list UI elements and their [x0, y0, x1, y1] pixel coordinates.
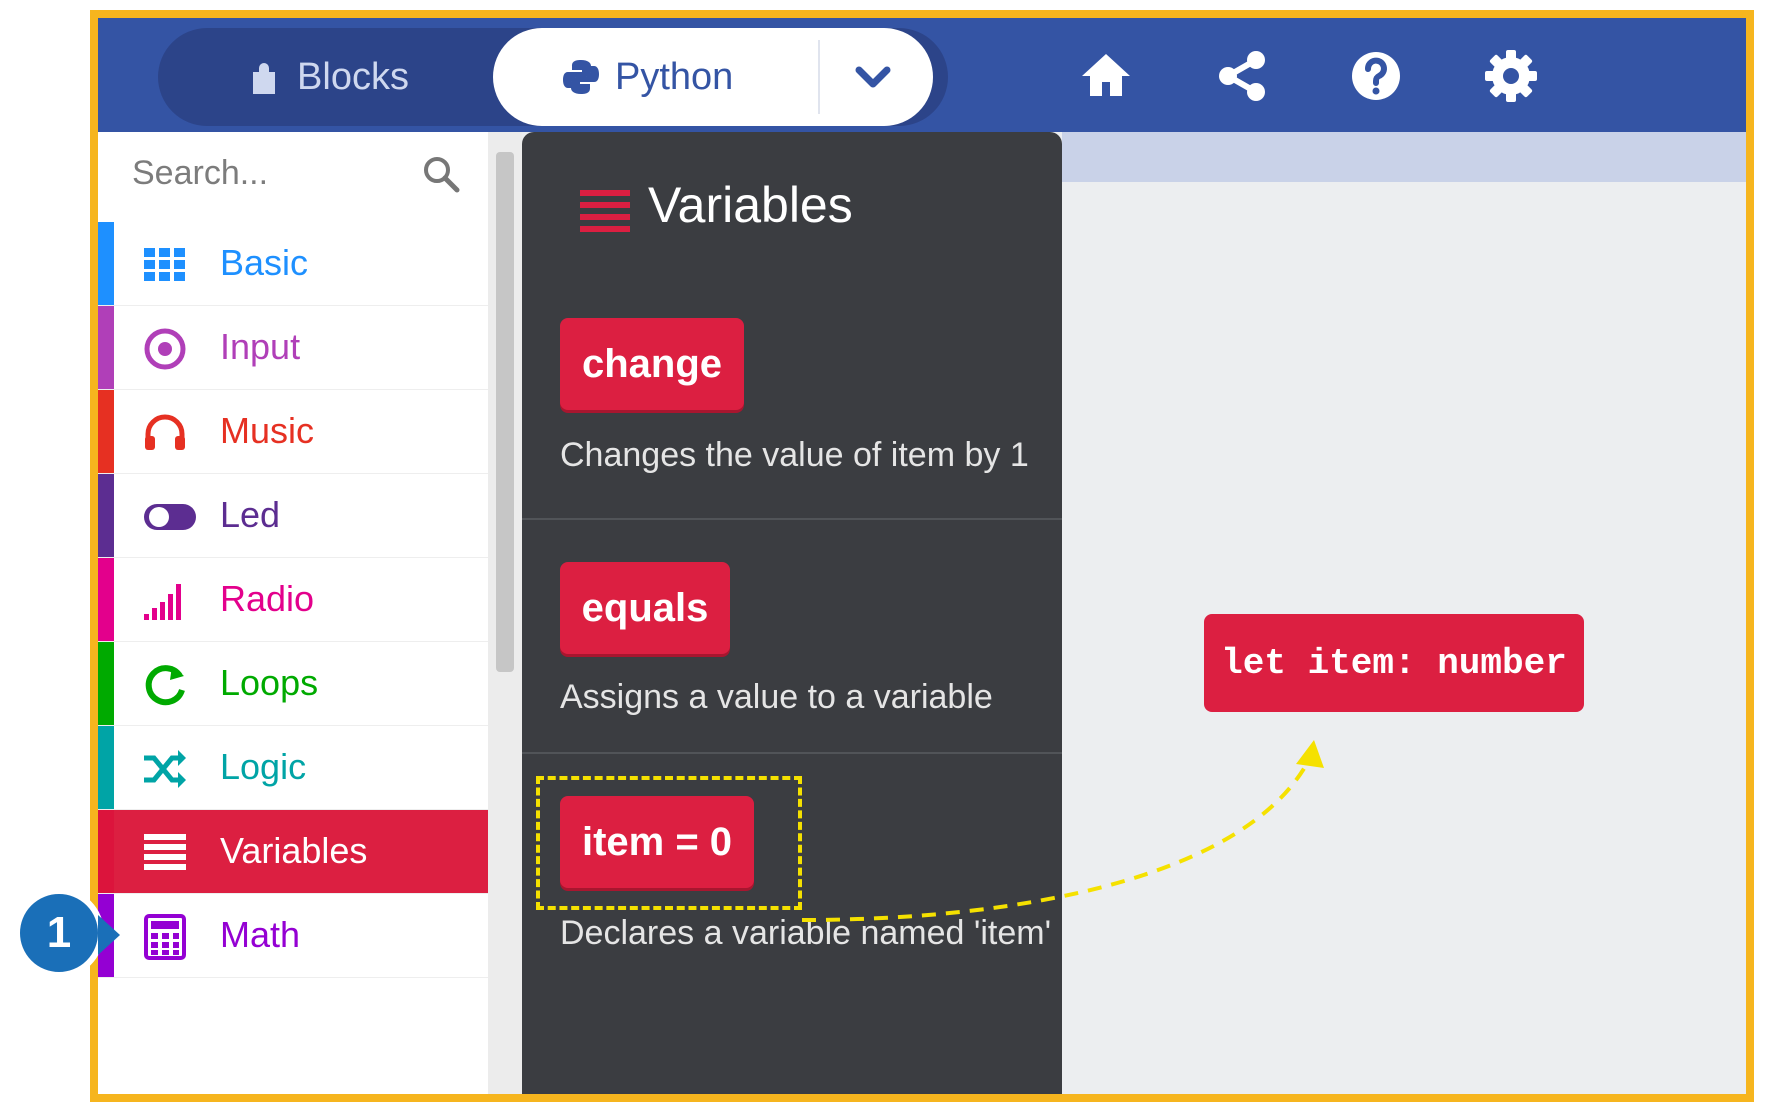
editor-frame: Blocks Python Search... Basic Input Musi…	[90, 10, 1754, 1102]
step-badge-pointer	[98, 915, 120, 955]
drag-arrow	[801, 740, 1324, 922]
step-badge: 1	[14, 888, 104, 978]
